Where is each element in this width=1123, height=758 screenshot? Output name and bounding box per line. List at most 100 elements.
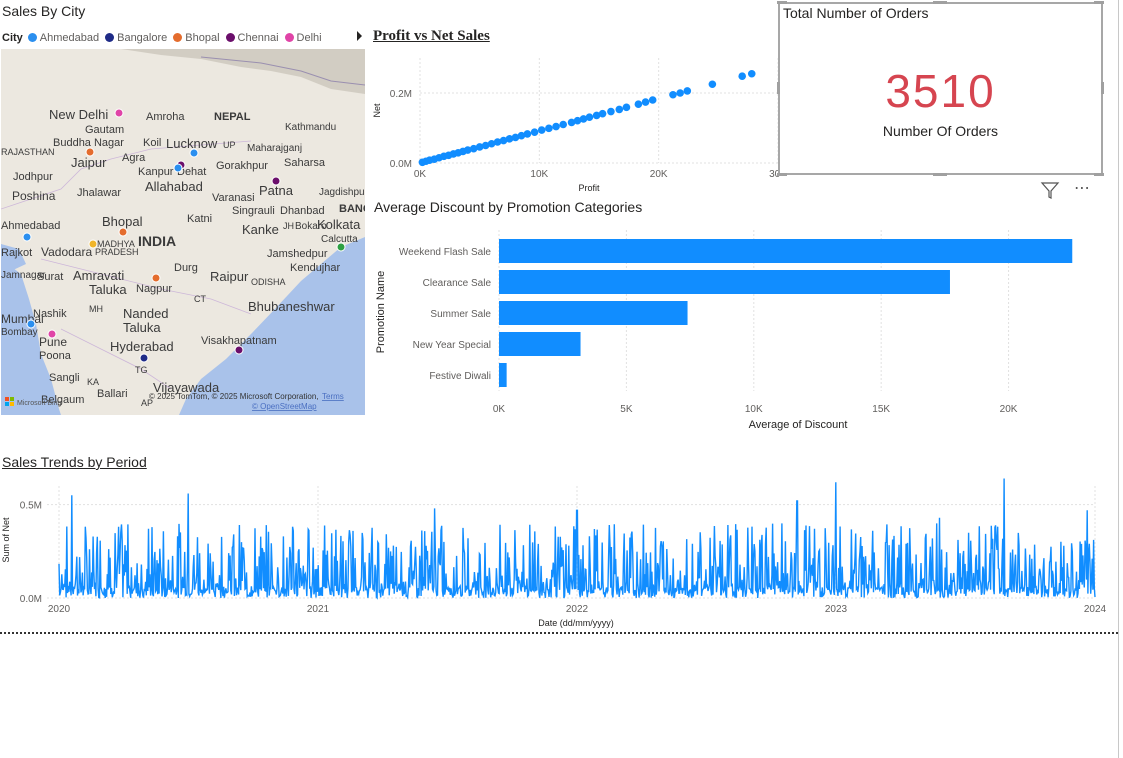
- bar[interactable]: [499, 270, 950, 294]
- city-bubble[interactable]: [26, 319, 36, 329]
- city-bubble[interactable]: [271, 176, 281, 186]
- bing-logo-icon: [10, 397, 14, 401]
- scatter-point[interactable]: [747, 69, 756, 78]
- map-place-label: Jodhpur: [13, 171, 53, 183]
- terms-link: Terms: [322, 392, 344, 401]
- bar[interactable]: [499, 332, 581, 356]
- map-place-label: Agra: [122, 152, 146, 164]
- map-place-label: Saharsa: [284, 157, 326, 169]
- legend-next-arrow-icon[interactable]: [357, 31, 362, 41]
- map-canvas[interactable]: New Delhi NEPAL Kathmandu Gautam Amroha Buddh…: [1, 49, 365, 415]
- scatter-point[interactable]: [607, 107, 615, 116]
- legend-item[interactable]: Bhopal: [173, 32, 220, 44]
- resize-handle[interactable]: [1094, 173, 1104, 176]
- scatter-point[interactable]: [676, 89, 684, 97]
- map-place-label: Ballari: [97, 388, 128, 400]
- map-place-label: Buddha Nagar: [53, 137, 124, 149]
- x-axis-label: Profit: [578, 183, 600, 193]
- map-legend: City Ahmedabad Bangalore Bhopal Chennai Delh…: [2, 29, 328, 47]
- scatter-point[interactable]: [683, 87, 692, 95]
- map-place-label: Bhopal: [102, 214, 143, 229]
- map-place-label: Kathmandu: [285, 122, 336, 133]
- city-bubble[interactable]: [151, 273, 161, 283]
- map-copyright: © 2025 TomTom, © 2025 Microsoft Corporat…: [149, 392, 319, 401]
- scatter-point[interactable]: [634, 100, 643, 108]
- scatter-chart[interactable]: 0K10K20K30K0.0M0.2MProfitNet: [370, 50, 780, 195]
- city-bubble[interactable]: [88, 239, 98, 249]
- map-place-label: Taluka: [89, 282, 127, 297]
- map-place-label: JH: [283, 221, 294, 231]
- bar[interactable]: [499, 239, 1073, 263]
- map-place-label: Kolkata: [317, 217, 361, 232]
- map-place-label: CT: [194, 294, 206, 304]
- legend-dot-icon: [27, 33, 37, 42]
- line-chart[interactable]: 2020 2021 2022 2023 2024 0.0M 0.5M Date (dd/mm/…: [0, 478, 1115, 633]
- resize-handle[interactable]: [1101, 82, 1104, 94]
- resize-handle[interactable]: [777, 82, 780, 94]
- osm-link: © OpenStreetMap: [252, 402, 317, 411]
- legend-label: Delhi: [296, 31, 322, 44]
- map-place-label: Jagdishpur: [319, 187, 365, 198]
- resize-handle[interactable]: [1094, 1, 1104, 4]
- city-bubble[interactable]: [22, 232, 32, 242]
- scatter-point[interactable]: [738, 72, 746, 80]
- y-axis-label: Net: [372, 103, 382, 118]
- x-tick-label: 0K: [493, 404, 506, 415]
- map-place-label: Mumbai: [1, 312, 44, 326]
- scatter-point[interactable]: [530, 128, 539, 136]
- bar[interactable]: [499, 301, 688, 325]
- scatter-point[interactable]: [559, 120, 567, 129]
- scatter-point[interactable]: [598, 109, 607, 118]
- y-axis-label: Sum of Net: [1, 517, 11, 563]
- city-bubble[interactable]: [85, 147, 95, 157]
- resize-handle[interactable]: [777, 1, 787, 4]
- series-line[interactable]: [58, 478, 1096, 600]
- map-place-label: UP: [223, 140, 236, 150]
- scatter-point[interactable]: [537, 126, 546, 134]
- city-bubble[interactable]: [114, 108, 124, 118]
- page-divider: [0, 632, 1118, 634]
- map-place-label: Poshina: [12, 189, 56, 203]
- legend-item[interactable]: Ahmedabad: [27, 31, 100, 44]
- more-options-icon[interactable]: ⋯: [1074, 178, 1091, 198]
- scatter-point[interactable]: [585, 113, 594, 121]
- filter-icon[interactable]: [1040, 180, 1060, 200]
- resize-handle[interactable]: [933, 173, 947, 176]
- map-place-label: Surat: [37, 271, 63, 283]
- bing-logo-icon: [5, 397, 9, 401]
- scatter-point[interactable]: [523, 130, 532, 138]
- city-bubble[interactable]: [173, 163, 183, 173]
- city-bubble[interactable]: [336, 242, 346, 252]
- resize-handle[interactable]: [933, 1, 947, 4]
- bar-chart[interactable]: 0K 5K 10K 15K 20K Weekend Flash Sale Clearance…: [370, 222, 1100, 437]
- x-tick-label: 2020: [48, 604, 71, 615]
- bar[interactable]: [499, 363, 507, 387]
- map-place-label: Vadodara: [41, 245, 92, 259]
- city-bubble[interactable]: [139, 353, 149, 363]
- scatter-point[interactable]: [545, 124, 553, 133]
- legend-item[interactable]: Chennai: [225, 32, 279, 44]
- scatter-point[interactable]: [615, 105, 624, 114]
- city-bubble[interactable]: [47, 329, 57, 339]
- map-title: Sales By City: [2, 3, 86, 19]
- city-bubble[interactable]: [118, 227, 128, 237]
- legend-item[interactable]: Bangalore: [105, 32, 167, 44]
- legend-label: Ahmedabad: [39, 31, 100, 44]
- kpi-card[interactable]: Total Number of Orders 3510 Number Of Or…: [777, 1, 1104, 176]
- resize-handle[interactable]: [777, 173, 787, 176]
- scatter-point[interactable]: [552, 122, 560, 131]
- scatter-point[interactable]: [708, 80, 717, 89]
- city-bubble[interactable]: [189, 148, 199, 158]
- map-place-label: Hyderabad: [110, 339, 174, 354]
- scatter-point[interactable]: [669, 90, 677, 99]
- scatter-point[interactable]: [641, 98, 650, 106]
- scatter-point[interactable]: [648, 96, 657, 104]
- city-bubble[interactable]: [234, 345, 244, 355]
- legend-dot-icon: [105, 33, 115, 42]
- legend-item[interactable]: Delhi: [284, 31, 322, 44]
- map-place-label: Kanpur: [138, 166, 174, 178]
- map-place-label: Sangli: [49, 372, 80, 384]
- category-label: Summer Sale: [430, 309, 491, 320]
- scatter-point[interactable]: [622, 103, 631, 112]
- y-tick-label: 0.2M: [390, 89, 412, 100]
